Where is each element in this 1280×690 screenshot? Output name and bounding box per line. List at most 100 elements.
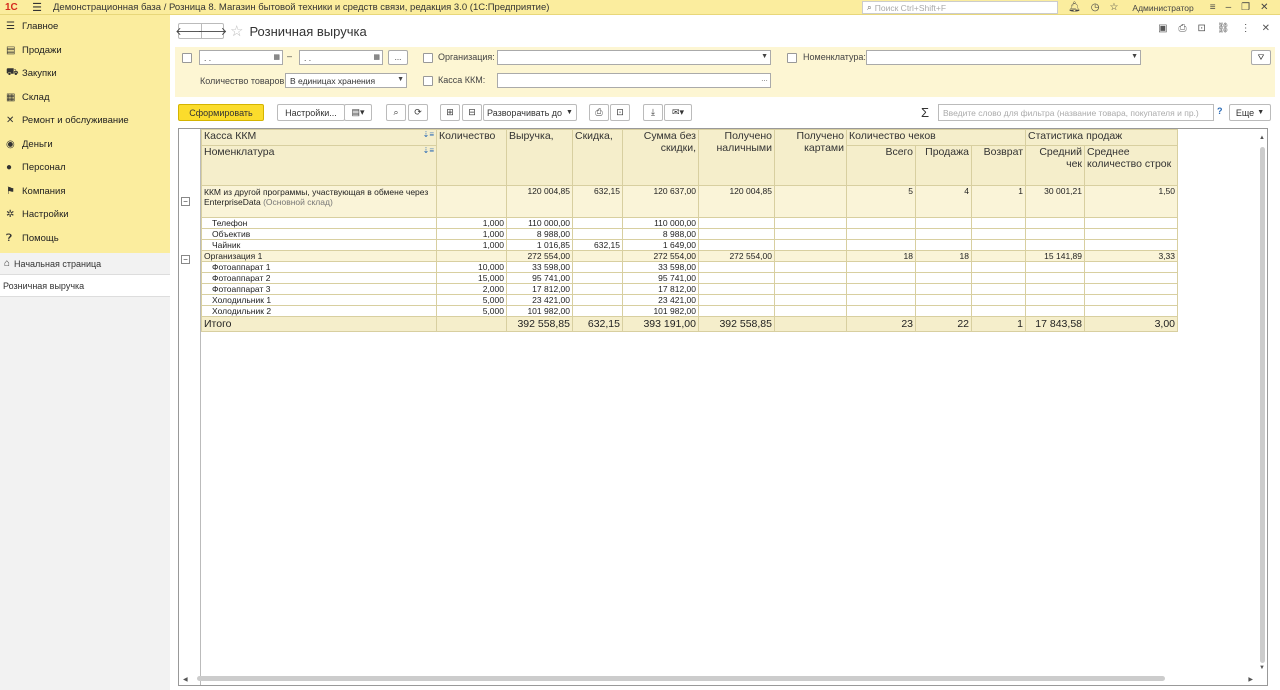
collapse-all-button[interactable]: ⊟ <box>462 104 482 121</box>
sort-icon[interactable]: ⇣≡ <box>423 130 434 139</box>
variants-button[interactable]: ▤▾ <box>344 104 372 121</box>
qty-label: Количество товаров: <box>200 76 287 86</box>
table-row[interactable]: Объектив 1,000 8 988,00 8 988,00 <box>201 228 1178 240</box>
header-nomenclature[interactable]: Номенклатура ⇣≡ <box>201 145 437 186</box>
find-next-button[interactable]: ⟳ <box>408 104 428 121</box>
sidebar-item-settings[interactable]: ✲ Настройки <box>0 203 170 227</box>
sidebar-item-sales[interactable]: ▤ Продажи <box>0 39 170 63</box>
sidebar-item-warehouse[interactable]: ▦ Склад <box>0 86 170 110</box>
open-window-retail-revenue[interactable]: Розничная выручка <box>0 275 170 297</box>
filter-settings-button[interactable]: ⛛ <box>1251 50 1271 65</box>
select-dots-icon[interactable]: … <box>761 76 768 83</box>
user-name[interactable]: Администратор <box>1132 3 1193 13</box>
warehouse-icon: ▦ <box>6 91 16 103</box>
print-button[interactable]: ⎙ <box>589 104 609 121</box>
nomenclature-input[interactable]: ▼ <box>866 50 1141 65</box>
preview-icon[interactable]: ⊡ <box>1198 23 1206 34</box>
calendar-icon[interactable]: ▦ <box>273 53 280 61</box>
bell-icon[interactable]: 🔔︎ <box>1068 2 1081 13</box>
global-search-input[interactable]: ⌕ Поиск Ctrl+Shift+F <box>862 1 1058 14</box>
horizontal-scrollbar[interactable] <box>197 676 1165 681</box>
settings-icon[interactable]: ≡ <box>1210 2 1216 13</box>
close-window-icon[interactable]: ✕ <box>1260 2 1268 13</box>
total-row[interactable]: Итого 392 558,85 632,15 393 191,00 392 5… <box>201 316 1178 332</box>
print-icon[interactable]: ⎙ <box>1179 23 1187 34</box>
sort-icon[interactable]: ⇣≡ <box>423 146 434 155</box>
close-form-icon[interactable]: ✕ <box>1262 23 1270 34</box>
main-menu-icon[interactable]: ☰ <box>27 1 47 14</box>
help-icon[interactable]: ? <box>1217 106 1223 116</box>
nomenclature-checkbox[interactable] <box>787 53 797 63</box>
sidebar-item-help[interactable]: ❓︎ Помощь <box>0 227 170 251</box>
vertical-scrollbar[interactable] <box>1260 147 1265 663</box>
table-row[interactable]: Телефон 1,000 110 000,00 110 000,00 <box>201 217 1178 229</box>
scroll-up-icon[interactable]: ▲ <box>1259 135 1265 141</box>
favorites-icon[interactable]: ☆ <box>1109 2 1118 13</box>
scroll-left-icon[interactable]: ◀ <box>183 676 188 683</box>
collapse-group-1-icon[interactable]: − <box>181 197 190 206</box>
sidebar-item-personnel[interactable]: ● Персонал <box>0 156 170 180</box>
kkm-input[interactable]: … <box>497 73 771 88</box>
minimize-icon[interactable]: – <box>1226 2 1232 13</box>
filter-panel: . . ▦ – . . ▦ ... Организация: ▼ Номенклат… <box>175 47 1275 97</box>
save-icon[interactable]: ▣ <box>1158 23 1167 34</box>
save-file-button[interactable]: ⤓ <box>643 104 663 121</box>
sidebar-item-repair[interactable]: ✕ Ремонт и обслуживание <box>0 109 170 133</box>
sidebar-item-purchases[interactable]: ⛟ Закупки <box>0 62 170 86</box>
header-discount: Скидка, <box>572 129 623 186</box>
date-from-input[interactable]: . . ▦ <box>199 50 283 65</box>
find-button[interactable]: ⌕ <box>386 104 406 121</box>
open-windows-panel: ⌂ Начальная страница Розничная выручка <box>0 253 170 690</box>
table-row[interactable]: Фотоаппарат 3 2,000 17 812,00 17 812,00 <box>201 283 1178 295</box>
collapse-group-2-icon[interactable]: − <box>181 255 190 264</box>
settings-button[interactable]: Настройки... <box>277 104 345 121</box>
scroll-right-icon[interactable]: ▶ <box>1248 676 1253 683</box>
table-row[interactable]: Холодильник 1 5,000 23 421,00 23 421,00 <box>201 294 1178 306</box>
purchase-icon: ⛟ <box>6 67 19 79</box>
report-spreadsheet[interactable]: − − Касса ККМ ⇣≡ Количество Выручка, Скид… <box>178 128 1268 686</box>
period-select-button[interactable]: ... <box>388 50 408 65</box>
expand-to-button[interactable]: Разворачивать до ▼ <box>483 104 577 121</box>
forward-button[interactable]: 🡒 <box>198 23 227 39</box>
restore-icon[interactable]: ❐ <box>1241 2 1250 13</box>
page-title: Розничная выручка <box>249 23 367 39</box>
group-row-2[interactable]: Организация 1 272 554,00 272 554,00 272 … <box>201 250 1178 262</box>
table-row[interactable]: Чайник 1,000 1 016,85 632,15 1 649,00 <box>201 239 1178 251</box>
sidebar-item-money[interactable]: ◉ Деньги <box>0 133 170 157</box>
chevron-down-icon[interactable]: ▼ <box>1131 53 1138 60</box>
scroll-down-icon[interactable]: ▼ <box>1259 665 1265 671</box>
report-filter-input[interactable]: Введите слово для фильтра (название това… <box>938 104 1214 121</box>
expand-all-button[interactable]: ⊞ <box>440 104 460 121</box>
titlebar-actions: 🔔︎ ◷ ☆ Администратор ≡ – ❐ ✕ <box>1068 0 1269 15</box>
kkm-checkbox[interactable] <box>423 76 433 86</box>
org-input[interactable]: ▼ <box>497 50 771 65</box>
more-button[interactable]: Еще ▼ <box>1229 104 1271 121</box>
group-1-avg-rows: 1,50 <box>1084 185 1178 218</box>
org-checkbox[interactable] <box>423 53 433 63</box>
preview-button[interactable]: ⊡ <box>610 104 630 121</box>
favorite-star-icon[interactable]: ☆ <box>230 22 243 40</box>
table-row[interactable]: Фотоаппарат 2 15,000 95 741,00 95 741,00 <box>201 272 1178 284</box>
chevron-down-icon[interactable]: ▼ <box>397 76 404 83</box>
generate-button[interactable]: Сформировать <box>178 104 264 121</box>
sidebar-item-main[interactable]: ☰ Главное <box>0 15 170 39</box>
qty-units-select[interactable]: В единицах хранения ▼ <box>285 73 407 88</box>
table-row[interactable]: Холодильник 2 5,000 101 982,00 101 982,0… <box>201 305 1178 317</box>
link-icon[interactable]: ⛓ <box>1217 23 1230 34</box>
period-checkbox[interactable] <box>182 53 192 63</box>
table-row[interactable]: Фотоаппарат 1 10,000 33 598,00 33 598,00 <box>201 261 1178 273</box>
more-icon[interactable]: ⋮ <box>1241 23 1251 34</box>
calendar-icon[interactable]: ▦ <box>373 53 380 61</box>
send-email-button[interactable]: ✉▾ <box>664 104 692 121</box>
group-row-1[interactable]: ККМ из другой программы, участвующая в о… <box>201 185 1178 218</box>
date-to-input[interactable]: . . ▦ <box>299 50 383 65</box>
chevron-down-icon[interactable]: ▼ <box>761 53 768 60</box>
header-kkm[interactable]: Касса ККМ ⇣≡ <box>201 129 437 146</box>
form-header: 🡐 🡒 ☆ Розничная выручка ▣ ⎙ ⊡ ⛓ ⋮ ✕ <box>170 15 1280 47</box>
history-icon[interactable]: ◷ <box>1091 2 1100 13</box>
total-avg-rows: 3,00 <box>1084 316 1178 332</box>
kkm-label: Касса ККМ: <box>438 75 486 85</box>
sigma-icon[interactable]: Σ <box>921 105 929 120</box>
home-page-link[interactable]: ⌂ Начальная страница <box>0 253 170 275</box>
sidebar-item-company[interactable]: ⚑ Компания <box>0 180 170 204</box>
